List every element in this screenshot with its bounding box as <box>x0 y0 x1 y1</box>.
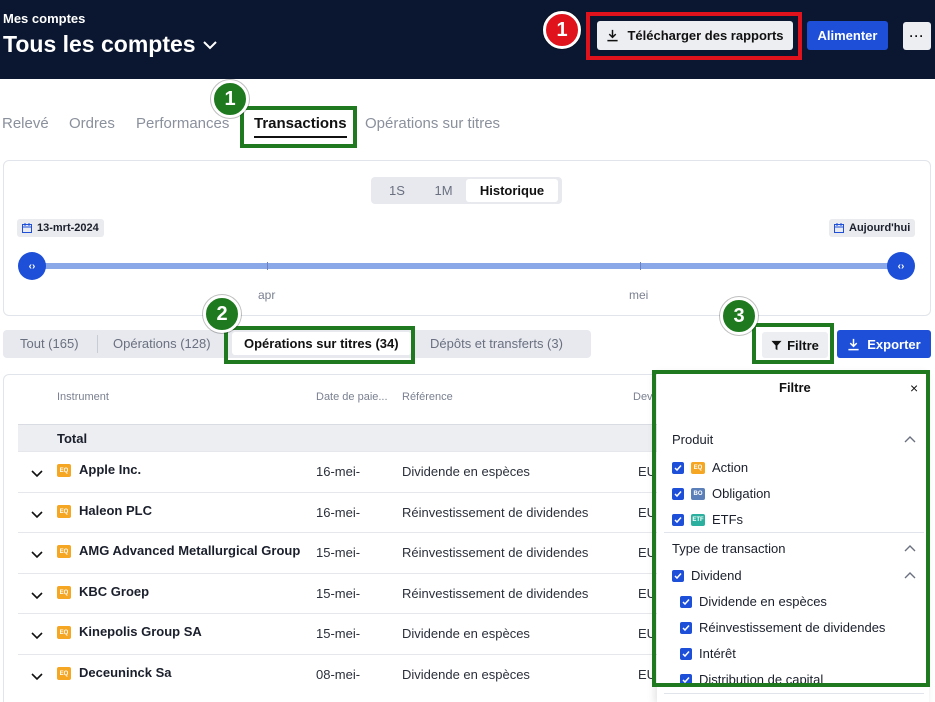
account-selector[interactable]: Tous les comptes <box>3 31 218 58</box>
period-historique-button[interactable]: Historique <box>466 179 558 202</box>
range-start-handle[interactable]: ‹› <box>18 252 46 280</box>
subtab-operations[interactable]: Opérations (128) <box>113 336 211 351</box>
equity-badge: EQ <box>57 586 71 599</box>
calendar-icon <box>22 223 32 233</box>
chevron-down-icon[interactable] <box>30 466 44 480</box>
download-icon <box>848 338 859 350</box>
period-selector: 1S 1M Historique <box>371 177 562 204</box>
annotation-box-filter-panel <box>652 370 930 687</box>
reference: Réinvestissement de dividendes <box>402 505 589 520</box>
instrument-name: Haleon PLC <box>79 503 152 518</box>
tab-operations-sur-titres[interactable]: Opérations sur titres <box>365 115 500 132</box>
month-label-mei: mei <box>629 288 649 302</box>
period-1s-button[interactable]: 1S <box>373 179 421 202</box>
instrument-name: AMG Advanced Metallurgical Group <box>79 543 301 558</box>
column-header-payment-date[interactable]: Date de paie... <box>316 391 388 403</box>
reference: Réinvestissement de dividendes <box>402 545 589 560</box>
header-overline: Mes comptes <box>3 11 86 26</box>
row-separator <box>18 451 663 452</box>
end-date-chip[interactable]: Aujourd'hui <box>829 219 916 237</box>
instrument-name: Apple Inc. <box>79 462 142 477</box>
reference: Dividende en espèces <box>402 464 530 479</box>
annotation-box-download <box>586 12 802 60</box>
annotation-box-securities-tab <box>224 326 415 364</box>
annotation-badge: 2 <box>203 295 241 333</box>
slider-tick <box>640 262 641 270</box>
annotation-box-transactions-tab <box>240 106 357 148</box>
column-header-currency[interactable]: Dev <box>633 391 653 403</box>
payment-date: 08-mei- <box>316 667 361 682</box>
start-date-chip[interactable]: 13-mrt-2024 <box>17 219 104 237</box>
slider-tick <box>267 262 268 270</box>
payment-date: 15-mei- <box>316 545 361 560</box>
subtab-depots-transferts[interactable]: Dépôts et transferts (3) <box>430 336 563 351</box>
total-label: Total <box>57 431 88 446</box>
more-options-button[interactable]: ··· <box>903 22 931 50</box>
chevron-down-icon[interactable] <box>30 588 44 602</box>
chevron-down-icon[interactable] <box>30 547 44 561</box>
start-date-label: 13-mrt-2024 <box>37 222 99 234</box>
payment-date: 15-mei- <box>316 626 361 641</box>
annotation-badge: 1 <box>543 11 581 49</box>
range-end-handle[interactable]: ‹› <box>887 252 915 280</box>
account-selector-label: Tous les comptes <box>3 31 196 57</box>
chevron-down-icon[interactable] <box>30 507 44 521</box>
reference: Réinvestissement de dividendes <box>402 586 589 601</box>
column-header-reference[interactable]: Référence <box>402 391 453 403</box>
total-row <box>18 424 663 451</box>
row-separator <box>18 613 663 614</box>
end-date-label: Aujourd'hui <box>849 222 911 234</box>
fund-account-button[interactable]: Alimenter <box>807 21 888 50</box>
row-separator <box>18 492 663 493</box>
filter-divider <box>664 693 924 694</box>
subtab-tout[interactable]: Tout (165) <box>20 336 79 351</box>
row-separator <box>18 654 663 655</box>
equity-badge: EQ <box>57 464 71 477</box>
date-range-slider-track[interactable] <box>32 263 902 269</box>
export-button[interactable]: Exporter <box>837 330 931 358</box>
instrument-name: KBC Groep <box>79 584 150 599</box>
chevron-down-icon <box>202 40 217 49</box>
calendar-icon <box>834 223 844 233</box>
row-separator <box>18 573 663 574</box>
annotation-badge: 1 <box>211 80 249 118</box>
equity-badge: EQ <box>57 545 71 558</box>
equity-badge: EQ <box>57 667 71 680</box>
tab-ordres[interactable]: Ordres <box>69 115 115 132</box>
annotation-box-filter-button <box>752 323 834 364</box>
tab-performances[interactable]: Performances <box>136 115 229 132</box>
payment-date: 16-mei- <box>316 464 361 479</box>
instrument-name: Kinepolis Group SA <box>79 624 202 639</box>
reference: Dividende en espèces <box>402 626 530 641</box>
equity-badge: EQ <box>57 505 71 518</box>
instrument-name: Deceuninck Sa <box>79 665 172 680</box>
chevron-down-icon[interactable] <box>30 669 44 683</box>
equity-badge: EQ <box>57 626 71 639</box>
period-1m-button[interactable]: 1M <box>421 179 466 202</box>
payment-date: 16-mei- <box>316 505 361 520</box>
tab-divider <box>97 335 98 353</box>
reference: Dividende en espèces <box>402 667 530 682</box>
column-header-instrument[interactable]: Instrument <box>57 391 109 403</box>
export-button-label: Exporter <box>867 336 921 352</box>
annotation-badge: 3 <box>720 297 758 335</box>
payment-date: 15-mei- <box>316 586 361 601</box>
tab-releve[interactable]: Relevé <box>2 115 49 132</box>
month-label-apr: apr <box>258 288 276 302</box>
chevron-down-icon[interactable] <box>30 628 44 642</box>
row-separator <box>18 532 663 533</box>
